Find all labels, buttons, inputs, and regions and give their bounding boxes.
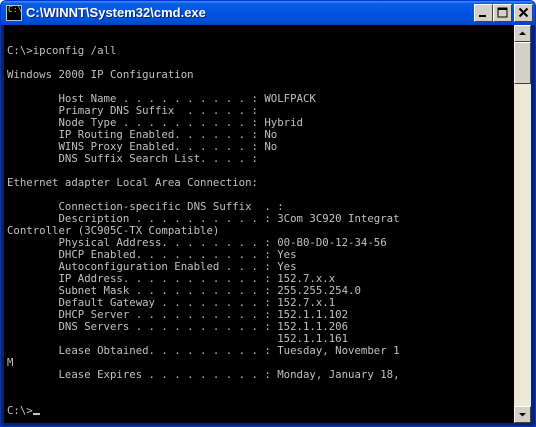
console-line-text: Ethernet adapter Local Area Connection: (7, 177, 258, 189)
console-line: Default Gateway . . . . . . . . : 152.7.… (7, 297, 400, 309)
minimize-icon (479, 15, 486, 17)
console-line-text: Physical Address. . . . . . . . : 00-B0-… (7, 237, 387, 249)
minimize-button[interactable] (474, 4, 493, 22)
console-line: Controller (3C905C-TX Compatible) (7, 225, 400, 237)
console-line-text: IP Address. . . . . . . . . . . : 152.7.… (7, 273, 336, 285)
console-line: DNS Servers . . . . . . . . . . : 152.1.… (7, 321, 400, 333)
text-cursor (32, 413, 40, 415)
scroll-down-button[interactable] (514, 406, 531, 423)
console-line: IP Address. . . . . . . . . . . : 152.7.… (7, 273, 400, 285)
console-line: M (7, 357, 400, 369)
console-line: Subnet Mask . . . . . . . . . . : 255.25… (7, 285, 400, 297)
console-line-text: Host Name . . . . . . . . . . : WOLFPACK (7, 93, 316, 105)
console-line-text: Lease Obtained. . . . . . . . . : Tuesda… (7, 345, 400, 357)
console-line: Windows 2000 IP Configuration (7, 69, 400, 81)
console-line: C:\>ipconfig /all (7, 45, 400, 57)
console-line-text: WINS Proxy Enabled. . . . . . : No (7, 141, 278, 153)
console-line-text: Primary DNS Suffix . . . . . : (7, 105, 258, 117)
console-line: Autoconfiguration Enabled . . . : Yes (7, 261, 400, 273)
console-icon[interactable]: C:\ (6, 5, 22, 21)
scroll-up-arrow-icon (519, 31, 526, 35)
console-line: Description . . . . . . . . . . : 3Com 3… (7, 213, 400, 225)
console-line-text: Windows 2000 IP Configuration (7, 69, 194, 81)
console-line: DNS Suffix Search List. . . . : (7, 153, 400, 165)
console-line-text: Node Type . . . . . . . . . . : Hybrid (7, 117, 303, 129)
maximize-button[interactable] (493, 4, 512, 22)
window-title: C:\WINNT\System32\cmd.exe (26, 5, 206, 20)
console-line-text: Lease Expires . . . . . . . . . : Monday… (7, 369, 400, 381)
scrollbar-thumb[interactable] (514, 42, 531, 84)
console-line-text: DNS Suffix Search List. . . . : (7, 153, 258, 165)
vertical-scrollbar[interactable] (514, 25, 531, 423)
console-line: Lease Expires . . . . . . . . . : Monday… (7, 369, 400, 381)
console-line-text: DHCP Server . . . . . . . . . . : 152.1.… (7, 309, 349, 321)
scroll-up-button[interactable] (514, 25, 531, 42)
cmd-window: C:\ C:\WINNT\System32\cmd.exe C:\>ipconf… (0, 0, 536, 427)
console-line: Node Type . . . . . . . . . . : Hybrid (7, 117, 400, 129)
console-line-text: C:\> (7, 405, 33, 417)
scroll-down-arrow-icon (519, 413, 526, 417)
console-line-text: DHCP Enabled. . . . . . . . . . : Yes (7, 249, 297, 261)
window-frame-right (531, 25, 535, 426)
title-bar[interactable]: C:\ C:\WINNT\System32\cmd.exe (1, 1, 535, 25)
console-line: Connection-specific DNS Suffix . : (7, 201, 400, 213)
maximize-icon (497, 7, 508, 18)
console-line-text: Description . . . . . . . . . . : 3Com 3… (7, 213, 400, 225)
console-line: Primary DNS Suffix . . . . . : (7, 105, 400, 117)
console-line-text: DNS Servers . . . . . . . . . . : 152.1.… (7, 321, 349, 333)
close-icon (518, 7, 529, 18)
console-line-text: Autoconfiguration Enabled . . . : Yes (7, 261, 297, 273)
close-button[interactable] (514, 4, 533, 22)
console-line: IP Routing Enabled. . . . . . : No (7, 129, 400, 141)
window-frame-bottom (1, 423, 535, 426)
console-line: WINS Proxy Enabled. . . . . . : No (7, 141, 400, 153)
console-line: DHCP Enabled. . . . . . . . . . : Yes (7, 249, 400, 261)
console-line: Host Name . . . . . . . . . . : WOLFPACK (7, 93, 400, 105)
console-line-text: Controller (3C905C-TX Compatible) (7, 225, 220, 237)
console-output-area[interactable]: C:\>ipconfig /all Windows 2000 IP Configu… (4, 25, 514, 423)
console-line-text: 152.1.1.161 (7, 333, 349, 345)
console-lines: C:\>ipconfig /all Windows 2000 IP Configu… (7, 33, 400, 417)
console-line: Lease Obtained. . . . . . . . . : Tuesda… (7, 345, 400, 357)
console-line: DHCP Server . . . . . . . . . . : 152.1.… (7, 309, 400, 321)
console-line-text: M (7, 357, 14, 369)
console-line: C:\> (7, 405, 400, 417)
console-line-text: Default Gateway . . . . . . . . : 152.7.… (7, 297, 336, 309)
console-line-text: Connection-specific DNS Suffix . : (7, 201, 284, 213)
console-line: Ethernet adapter Local Area Connection: (7, 177, 400, 189)
console-line-text: IP Routing Enabled. . . . . . : No (7, 129, 278, 141)
console-line: 152.1.1.161 (7, 333, 400, 345)
console-line-text: C:\>ipconfig /all (7, 45, 117, 57)
console-line-text: Subnet Mask . . . . . . . . . . : 255.25… (7, 285, 361, 297)
console-line: Physical Address. . . . . . . . : 00-B0-… (7, 237, 400, 249)
